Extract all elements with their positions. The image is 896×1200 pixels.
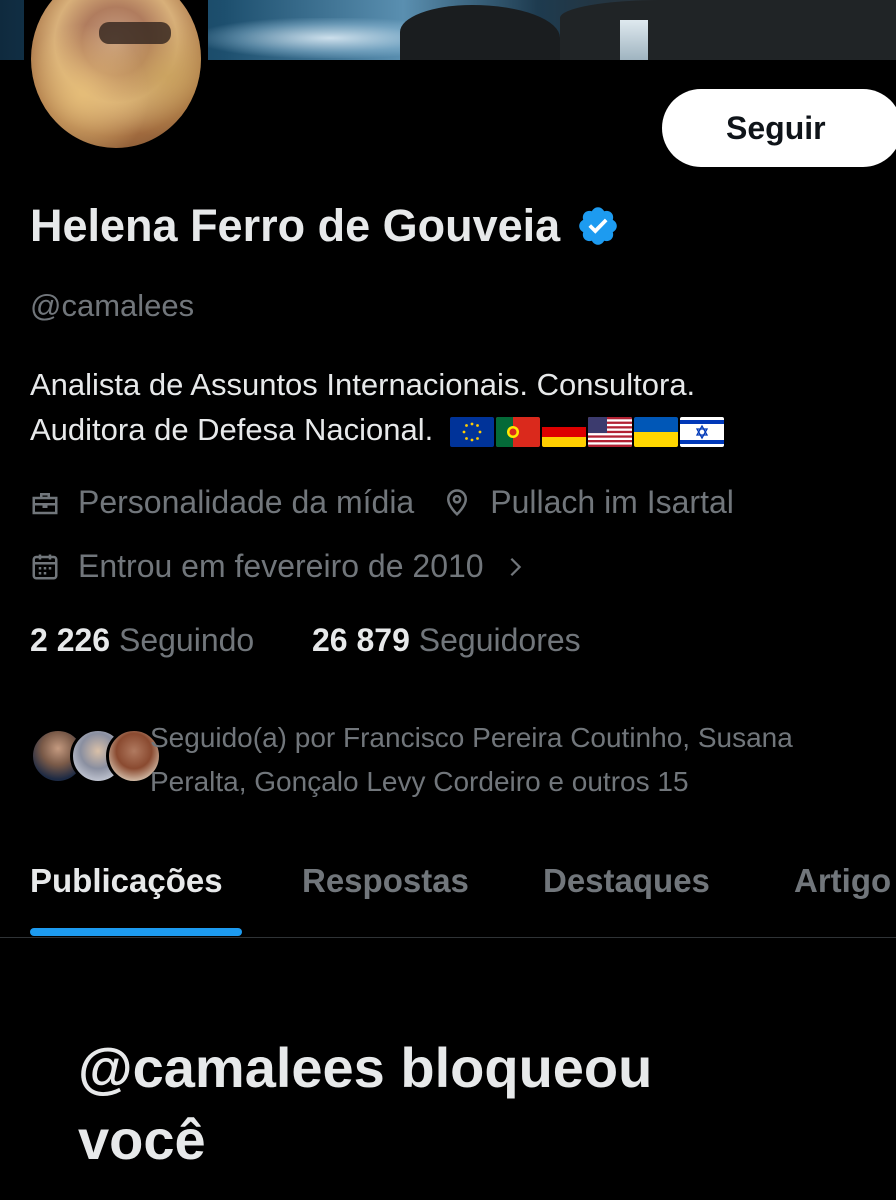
israel-flag-icon <box>679 416 724 447</box>
ukraine-flag-icon <box>633 416 678 447</box>
profile-name-row: Helena Ferro de Gouveia <box>30 200 620 252</box>
profile-location: Pullach im Isartal <box>490 484 734 520</box>
profile-stats: 2 226 Seguindo 26 879 Seguidores <box>30 622 581 659</box>
portugal-flag-icon <box>495 416 540 447</box>
following-count: 2 226 <box>30 622 111 658</box>
tab-artigos[interactable]: Artigo <box>794 862 891 900</box>
following-label: Seguindo <box>118 622 255 658</box>
calendar-icon <box>32 554 58 579</box>
followers-label: Seguidores <box>418 622 581 658</box>
avatar-photo <box>31 0 201 148</box>
followed-by-preview[interactable]: Seguido(a) por Francisco Pereira Coutinh… <box>30 716 896 806</box>
follow-button[interactable]: Seguir <box>662 89 896 167</box>
banner-rock <box>560 0 896 60</box>
following-link[interactable]: 2 226 Seguindo <box>30 622 263 658</box>
blocked-message-line: você <box>78 1108 206 1171</box>
bio-line: Auditora de Defesa Nacional. <box>30 412 434 447</box>
followers-count: 26 879 <box>311 622 410 658</box>
followers-link[interactable]: 26 879 Seguidores <box>312 622 581 658</box>
profile-category: Personalidade da mídia <box>78 484 415 520</box>
active-tab-indicator <box>30 928 242 936</box>
profile-joined-date: Entrou em fevereiro de 2010 <box>78 548 484 584</box>
eu-flag-icon <box>449 416 494 447</box>
chevron-right-icon[interactable] <box>504 556 526 578</box>
tab-respostas[interactable]: Respostas <box>302 862 469 900</box>
germany-flag-icon <box>541 416 586 447</box>
blocked-message: @camalees bloqueou você <box>78 1032 838 1176</box>
usa-flag-icon <box>587 416 632 447</box>
briefcase-icon <box>32 492 58 514</box>
profile-joined-row[interactable]: Entrou em fevereiro de 2010 <box>30 548 526 585</box>
blocked-message-line: @camalees bloqueou <box>78 1036 653 1099</box>
banner-waterfall <box>620 20 648 60</box>
verified-badge-icon[interactable] <box>576 204 620 248</box>
profile-tabs: Publicações Respostas Destaques Artigo <box>0 852 896 938</box>
tab-publicacoes[interactable]: Publicações <box>30 862 223 900</box>
followed-by-line: Seguido(a) por Francisco Pereira Coutinh… <box>150 722 793 753</box>
profile-handle: @camalees <box>30 288 195 323</box>
profile-bio: Analista de Assuntos Internacionais. Con… <box>30 362 890 452</box>
profile-meta-row: Personalidade da mídia Pullach im Isarta… <box>30 484 734 521</box>
bio-line: Analista de Assuntos Internacionais. Con… <box>30 367 696 402</box>
avatar-glasses <box>99 22 171 44</box>
tab-destaques[interactable]: Destaques <box>543 862 710 900</box>
profile-avatar[interactable] <box>24 0 208 154</box>
profile-name: Helena Ferro de Gouveia <box>30 200 561 251</box>
flag-emojis <box>449 416 724 447</box>
banner-rock <box>400 5 560 60</box>
followed-by-text: Seguido(a) por Francisco Pereira Coutinh… <box>150 716 896 804</box>
location-pin-icon <box>447 488 468 516</box>
followed-by-line: Peralta, Gonçalo Levy Cordeiro e outros … <box>150 766 689 797</box>
bio-line-with-flags: Auditora de Defesa Nacional. <box>30 407 890 452</box>
